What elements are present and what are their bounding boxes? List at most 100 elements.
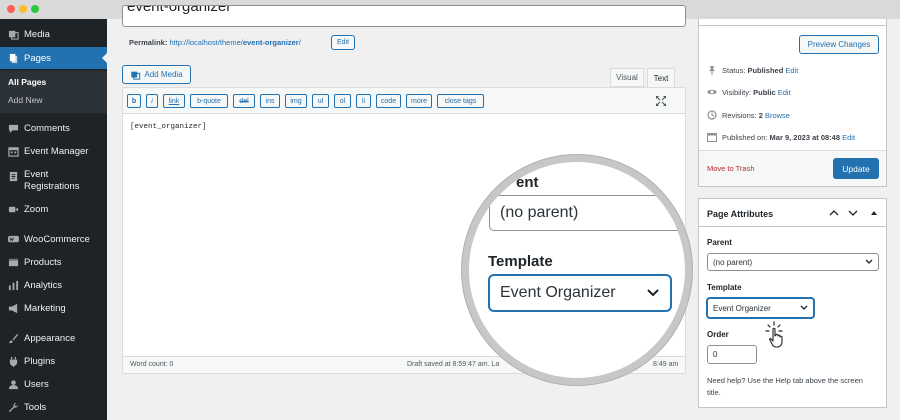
fullscreen-icon[interactable]	[655, 95, 667, 107]
update-button[interactable]: Update	[833, 158, 879, 179]
page-attributes-title: Page Attributes	[707, 209, 774, 219]
sidebar-item-marketing[interactable]: Marketing	[0, 297, 107, 319]
chevron-down-icon	[865, 259, 873, 264]
publish-box-divider	[699, 25, 886, 26]
permalink-link[interactable]: http://localhost/theme/event-organizer/	[169, 38, 300, 47]
quicktag-ins[interactable]: ins	[260, 94, 280, 108]
sidebar-item-appearance[interactable]: Appearance	[0, 327, 107, 349]
permalink-edit-button[interactable]: Edit	[331, 35, 355, 50]
help-text: Need help? Use the Help tab above the sc…	[707, 376, 863, 397]
parent-select-value: (no parent)	[713, 257, 753, 267]
move-up-icon[interactable]	[829, 208, 839, 218]
magnified-parent-select: (no parent)	[489, 195, 685, 231]
visibility-row: Visibility: Public Edit	[707, 87, 791, 97]
word-count: Word count: 0	[130, 361, 174, 368]
pages-submenu: All Pages Add New	[0, 71, 107, 113]
quicktag-blockquote[interactable]: b-quote	[190, 94, 228, 108]
sidebar-item-products[interactable]: Products	[0, 251, 107, 273]
sidebar-item-tools[interactable]: Tools	[0, 396, 107, 418]
sidebar-item-label: Analytics	[24, 279, 63, 291]
preview-changes-button[interactable]: Preview Changes	[799, 35, 879, 54]
quicktag-del[interactable]: del	[233, 94, 255, 108]
submenu-add-new[interactable]: Add New	[8, 95, 43, 105]
visibility-label: Visibility:	[722, 87, 754, 97]
sidebar-item-label: Media	[24, 28, 50, 40]
revisions-row: Revisions: 2 Browse	[707, 110, 790, 120]
woocommerce-icon	[7, 234, 19, 245]
active-menu-arrow	[102, 53, 107, 63]
sidebar-item-event-manager[interactable]: Event Manager	[0, 140, 107, 162]
publish-box: Preview Changes Status: Published Edit V…	[698, 19, 887, 187]
magnified-template-select: Event Organizer	[489, 275, 671, 311]
maximize-window-dot[interactable]	[31, 5, 39, 13]
registrations-icon	[7, 171, 19, 182]
tab-text[interactable]: Text	[647, 68, 675, 87]
analytics-icon	[7, 280, 19, 291]
visibility-edit-link[interactable]: Edit	[778, 88, 791, 97]
template-label: Template	[707, 283, 742, 292]
post-title-input[interactable]: event-organizer	[122, 5, 686, 27]
permalink-slug: event-organizer	[242, 38, 299, 47]
quicktag-code[interactable]: code	[376, 94, 401, 108]
close-window-dot[interactable]	[7, 5, 15, 13]
order-label: Order	[707, 330, 729, 339]
draft-saved-status: Draft saved at 8:59:47 am. La	[407, 361, 500, 368]
sidebar-item-users[interactable]: Users	[0, 373, 107, 395]
revisions-browse-link[interactable]: Browse	[765, 111, 790, 120]
quicktag-more[interactable]: more	[406, 94, 432, 108]
parent-label: Parent	[707, 238, 732, 247]
sidebar-item-zoom[interactable]: Zoom	[0, 198, 107, 220]
products-icon	[7, 257, 19, 268]
status-row: Status: Published Edit	[707, 65, 798, 75]
quicktag-ul[interactable]: ul	[312, 94, 329, 108]
tab-visual[interactable]: Visual	[610, 68, 644, 87]
move-down-icon[interactable]	[848, 208, 858, 218]
sidebar-item-label: Plugins	[24, 355, 56, 367]
hand-cursor-icon	[764, 320, 788, 350]
parent-select[interactable]: (no parent)	[707, 253, 879, 271]
sidebar-item-comments[interactable]: Comments	[0, 117, 107, 139]
collapse-toggle-icon[interactable]	[870, 209, 878, 217]
published-on-row: Published on: Mar 9, 2023 at 08:48 Edit	[707, 132, 855, 142]
sidebar-item-label: Pages	[24, 52, 51, 64]
sidebar-item-event-registrations[interactable]: Event Registrations	[0, 167, 107, 197]
add-media-label: Add Media	[144, 70, 183, 79]
status-label: Status:	[722, 65, 748, 75]
permalink-row: Permalink: http://localhost/theme/event-…	[129, 38, 301, 47]
quicktag-li[interactable]: li	[356, 94, 371, 108]
quicktag-ol[interactable]: ol	[334, 94, 351, 108]
add-media-button[interactable]: Add Media	[122, 65, 191, 84]
quicktags-toolbar: b i link b-quote del ins img ul ol li co…	[123, 88, 685, 114]
sidebar-item-pages[interactable]: Pages	[0, 47, 107, 69]
template-select[interactable]: Event Organizer	[707, 298, 814, 318]
sidebar-item-label: Event Registrations	[24, 169, 80, 192]
editor-content[interactable]: [event_organizer]	[130, 123, 207, 131]
publish-actions: Move to Trash Update	[699, 150, 886, 186]
submenu-all-pages[interactable]: All Pages	[8, 77, 46, 87]
admin-sidebar: Media Pages All Pages Add New Comments E…	[0, 19, 107, 420]
sidebar-item-label: Products	[24, 256, 62, 268]
quicktag-bold[interactable]: b	[127, 94, 141, 108]
sidebar-item-label: Tools	[24, 401, 47, 413]
sidebar-item-plugins[interactable]: Plugins	[0, 350, 107, 372]
sidebar-item-analytics[interactable]: Analytics	[0, 274, 107, 296]
chevron-down-icon	[647, 289, 659, 297]
minimize-window-dot[interactable]	[19, 5, 27, 13]
status-edit-link[interactable]: Edit	[785, 66, 798, 75]
comments-icon	[7, 123, 19, 134]
move-to-trash-link[interactable]: Move to Trash	[707, 164, 755, 173]
plugin-icon	[7, 356, 19, 367]
published-on-edit-link[interactable]: Edit	[842, 133, 855, 142]
quicktag-link[interactable]: link	[163, 94, 185, 108]
permalink-base: http://localhost/theme/	[169, 38, 243, 47]
order-input[interactable]: 0	[707, 345, 757, 364]
quicktag-italic[interactable]: i	[146, 94, 158, 108]
quicktag-img[interactable]: img	[285, 94, 307, 108]
quicktag-close-tags[interactable]: close tags	[437, 94, 484, 108]
sidebar-item-label: Users	[24, 378, 49, 390]
eye-icon	[707, 87, 717, 97]
media-icon	[7, 29, 19, 40]
sidebar-item-woocommerce[interactable]: WooCommerce	[0, 228, 107, 250]
sidebar-item-label: Appearance	[24, 332, 76, 344]
sidebar-item-media[interactable]: Media	[0, 23, 107, 45]
